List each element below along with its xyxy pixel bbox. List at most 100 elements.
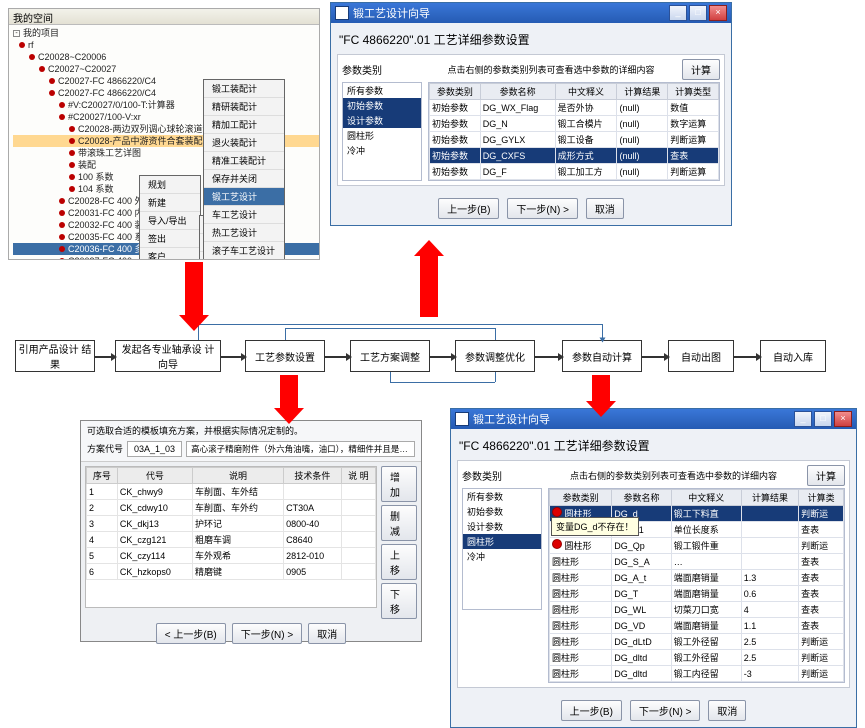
maximize-button[interactable]: □	[814, 411, 832, 427]
category-item[interactable]: 设计参数	[463, 519, 541, 534]
cancel-button[interactable]: 取消	[586, 198, 624, 219]
app-icon	[455, 412, 469, 426]
next-button[interactable]: 下一步(N) >	[232, 623, 303, 644]
menu-item[interactable]: 规划	[140, 176, 200, 194]
window-titlebar: 锻工艺设计向导 _ □ ×	[451, 409, 856, 429]
skip-line	[198, 324, 602, 325]
context-menu-1[interactable]: 规划新建导入/导出签出客户安防则工艺设计	[139, 175, 201, 260]
up-button[interactable]: 上移	[381, 544, 417, 580]
flow-arrow-icon	[430, 356, 455, 358]
menu-item[interactable]: 客户	[140, 248, 200, 260]
context-menu-3[interactable]: 锻工装配计精研装配计精加工配计退火装配计精准工装配计保存并关闭锻工艺设计车工艺设…	[203, 79, 285, 260]
hint-text: 点击右侧的参数类别列表可查看选中参数的详细内容	[420, 63, 682, 76]
table-row[interactable]: 圆柱形DG_dLtD锻工外径留2.5判断运	[550, 634, 844, 650]
table-row[interactable]: 圆柱形DG_VD端面磨销量1.1查表	[550, 618, 844, 634]
down-button[interactable]: 下移	[381, 583, 417, 619]
table-row[interactable]: 初始参数DG_GYLX锻工设备(null)判断运算	[430, 132, 719, 148]
flow-step-4: 工艺方案调整	[350, 340, 430, 372]
tree-node[interactable]: C20027~C20027	[13, 63, 319, 75]
category-item[interactable]: 冷冲	[463, 549, 541, 564]
table-row[interactable]: 圆柱形DG_WL切菜刀口宽4查表	[550, 602, 844, 618]
table-row[interactable]: 圆柱形DG_A_t端面磨销量1.3查表	[550, 570, 844, 586]
table-row[interactable]: 1CK_chwy9车削面、车外结	[87, 484, 376, 500]
calc-button[interactable]: 计算	[807, 465, 845, 486]
table-row[interactable]: 2CK_cdwy10车削面、车外约CT30A	[87, 500, 376, 516]
tree-sub: -我的项目	[13, 27, 319, 39]
add-button[interactable]: 增加	[381, 466, 417, 502]
category-item[interactable]: 所有参数	[463, 489, 541, 504]
menu-item[interactable]: 车工艺设计	[204, 206, 284, 224]
param-grid[interactable]: 参数类别参数名称中文释义计算结果计算类型初始参数DG_WX_Flag是否外协(n…	[428, 82, 720, 181]
prev-button[interactable]: 上一步(B)	[438, 198, 499, 219]
menu-item[interactable]: 精研装配计	[204, 98, 284, 116]
project-tree-panel: 我的空间 -我的项目 rfC20028~C20006C20027~C20027C…	[8, 8, 320, 260]
menu-item[interactable]: 热工艺设计	[204, 224, 284, 242]
desc-value: 高心滚子精磨附件（外六角油嘴，油口），精细件并且是外球面上 …	[186, 441, 415, 457]
prev-button[interactable]: < 上一步(B)	[156, 623, 226, 644]
minimize-button[interactable]: _	[669, 5, 687, 21]
calc-button[interactable]: 计算	[682, 59, 720, 80]
close-button[interactable]: ×	[709, 5, 727, 21]
tree-node[interactable]: C20028~C20006	[13, 51, 319, 63]
error-tooltip: 变量DG_d不存在！	[551, 517, 639, 536]
hint-text: 点击右侧的参数类别列表可查看选中参数的详细内容	[540, 469, 807, 482]
table-row[interactable]: 圆柱形DG_dltd锻工外径留2.5判断运	[550, 650, 844, 666]
code-value[interactable]: 03A_1_03	[127, 441, 182, 457]
table-row[interactable]: 圆柱形DG_dltd锻工内径留-3判断运	[550, 666, 844, 682]
menu-item[interactable]: 签出	[140, 230, 200, 248]
category-item[interactable]: 初始参数	[463, 504, 541, 519]
table-row[interactable]: 6CK_hzkops0精磨键0905	[87, 564, 376, 580]
menu-item[interactable]: 锻工艺设计	[204, 188, 284, 206]
window-title: 锻工艺设计向导	[353, 5, 430, 21]
table-row[interactable]: 4CK_czg121粗磨车调C8640	[87, 532, 376, 548]
wizard-subtitle: "FC 4866220".01 工艺详细参数设置	[337, 29, 725, 54]
table-row[interactable]: 圆柱形DG_S_A…查表	[550, 554, 844, 570]
maximize-button[interactable]: □	[689, 5, 707, 21]
menu-item[interactable]: 导入/导出	[140, 212, 200, 230]
flow-step-2: 发起各专业轴承设 计向导	[115, 340, 221, 372]
table-row[interactable]: 初始参数DG_CXFS成形方式(null)查表	[430, 148, 719, 164]
close-button[interactable]: ×	[834, 411, 852, 427]
category-list[interactable]: 所有参数初始参数设计参数圆柱形冷冲	[462, 488, 542, 610]
category-item[interactable]: 圆柱形	[463, 534, 541, 549]
table-row[interactable]: 5CK_czy114车外观希2812-010	[87, 548, 376, 564]
category-item[interactable]: 初始参数	[343, 98, 421, 113]
tree-node[interactable]: rf	[13, 39, 319, 51]
prev-button[interactable]: 上一步(B)	[561, 700, 622, 721]
table-row[interactable]: 圆柱形DG_T端面磨销量0.6查表	[550, 586, 844, 602]
feedback-line	[495, 372, 496, 382]
menu-item[interactable]: 精准工装配计	[204, 152, 284, 170]
category-item[interactable]: 设计参数	[343, 113, 421, 128]
scheme-list[interactable]: 序号代号说明技术条件说 明1CK_chwy9车削面、车外结2CK_cdwy10车…	[85, 466, 377, 608]
table-row[interactable]: 初始参数DG_WX_Flag是否外协(null)数值	[430, 100, 719, 116]
feedback-line	[285, 328, 495, 329]
flow-arrow-icon	[221, 356, 245, 358]
table-row[interactable]: 初始参数DG_N锻工合模片(null)数字运算	[430, 116, 719, 132]
menu-item[interactable]: 锻工装配计	[204, 80, 284, 98]
wizard-window-top: 锻工艺设计向导 _ □ × "FC 4866220".01 工艺详细参数设置 参…	[330, 2, 732, 226]
minimize-button[interactable]: _	[794, 411, 812, 427]
cancel-button[interactable]: 取消	[308, 623, 346, 644]
menu-item[interactable]: 新建	[140, 194, 200, 212]
error-icon	[552, 507, 562, 517]
del-button[interactable]: 删减	[381, 505, 417, 541]
category-item[interactable]: 所有参数	[343, 83, 421, 98]
menu-item[interactable]: 退火装配计	[204, 134, 284, 152]
table-row[interactable]: 圆柱形DG_Qp锻工锻件重判断运	[550, 538, 844, 554]
next-button[interactable]: 下一步(N) >	[630, 700, 701, 721]
menu-item[interactable]: 精加工配计	[204, 116, 284, 134]
next-button[interactable]: 下一步(N) >	[507, 198, 578, 219]
table-row[interactable]: 初始参数DG_F锻工加工方(null)判断运算	[430, 164, 719, 180]
flow-arrow-icon	[734, 356, 760, 358]
menu-item[interactable]: 保存并关闭	[204, 170, 284, 188]
cancel-button[interactable]: 取消	[708, 700, 746, 721]
app-icon	[335, 6, 349, 20]
category-item[interactable]: 圆柱形	[343, 128, 421, 143]
tree-header: 我的空间	[9, 9, 319, 25]
feedback-line	[285, 328, 286, 340]
flow-step-5: 参数调整优化	[455, 340, 535, 372]
category-list[interactable]: 所有参数初始参数设计参数圆柱形冷冲	[342, 82, 422, 181]
category-item[interactable]: 冷冲	[343, 143, 421, 158]
table-row[interactable]: 3CK_dkj13护环记0800-40	[87, 516, 376, 532]
menu-item[interactable]: 滚子车工艺设计	[204, 242, 284, 260]
